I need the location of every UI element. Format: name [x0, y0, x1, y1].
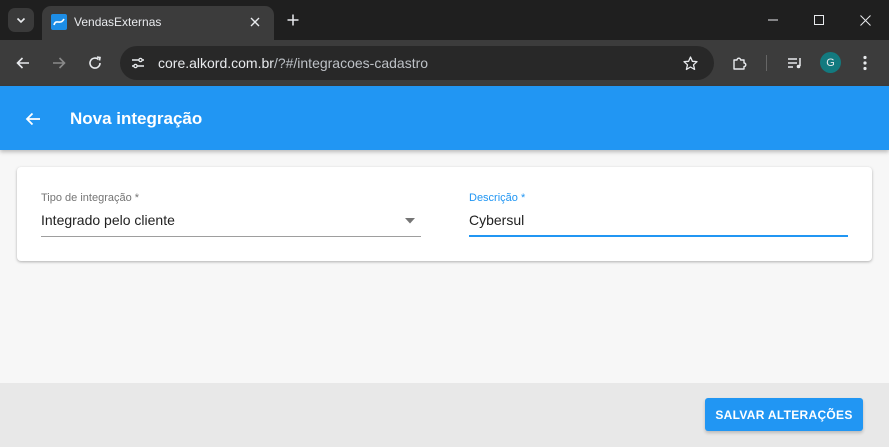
site-info-button[interactable] [126, 51, 150, 75]
reload-icon [89, 56, 101, 69]
forward-arrow-icon [53, 57, 66, 69]
descricao-value: Cybersul [469, 212, 525, 228]
address-bar[interactable]: core.alkord.com.br/?#/integracoes-cadast… [120, 46, 714, 80]
chevron-down-icon [16, 17, 26, 24]
minimize-icon [768, 19, 778, 21]
maximize-icon [814, 15, 824, 25]
toolbar-separator [766, 55, 767, 71]
media-controls-icon [788, 58, 801, 69]
save-changes-button[interactable]: SALVAR ALTERAÇÕES [705, 398, 863, 431]
reload-button[interactable] [82, 50, 108, 76]
tab-search-button[interactable] [8, 8, 34, 32]
profile-avatar[interactable]: G [820, 52, 841, 73]
dropdown-arrow-icon [403, 214, 417, 228]
new-tab-button[interactable] [282, 9, 304, 31]
back-button[interactable] [10, 50, 36, 76]
minimize-button[interactable] [750, 0, 796, 40]
url-host: core.alkord.com.br [158, 55, 274, 71]
browser-menu-button[interactable] [852, 50, 878, 76]
close-window-button[interactable] [842, 0, 888, 40]
favicon-icon [51, 14, 67, 30]
footer-bar: SALVAR ALTERAÇÕES [0, 383, 889, 447]
maximize-button[interactable] [796, 0, 842, 40]
app-header: Nova integração [0, 86, 889, 150]
close-window-icon [859, 14, 871, 26]
bookmark-button[interactable] [678, 51, 702, 75]
media-controls-button[interactable] [782, 50, 808, 76]
descricao-underline [469, 235, 848, 237]
extensions-button[interactable] [727, 50, 753, 76]
forward-button[interactable] [46, 50, 72, 76]
extensions-icon [733, 57, 747, 70]
tipo-integracao-label: Tipo de integração * [41, 192, 140, 204]
descricao-label: Descrição * [469, 192, 526, 204]
more-vert-icon [863, 55, 867, 71]
star-icon [682, 55, 698, 70]
back-nav-button[interactable] [20, 106, 46, 132]
close-icon [250, 17, 260, 27]
browser-tab[interactable]: VendasExternas [42, 6, 274, 40]
tipo-integracao-value: Integrado pelo cliente [41, 212, 175, 228]
browser-titlebar: VendasExternas [0, 0, 889, 40]
form-card: Tipo de integração * Integrado pelo clie… [17, 167, 872, 261]
tipo-integracao-underline [41, 236, 421, 237]
arrow-left-icon [25, 112, 40, 126]
page-title: Nova integração [70, 109, 203, 128]
tab-title: VendasExternas [74, 15, 162, 29]
page-content: Nova integração Tipo de integração * Int… [0, 86, 889, 447]
back-arrow-icon [16, 57, 29, 69]
url-text: core.alkord.com.br/?#/integracoes-cadast… [158, 55, 428, 71]
tab-close-button[interactable] [245, 12, 265, 32]
url-path: /?#/integracoes-cadastro [273, 55, 429, 71]
browser-toolbar: core.alkord.com.br/?#/integracoes-cadast… [0, 40, 889, 86]
plus-icon [287, 14, 299, 26]
site-info-icon [132, 57, 144, 69]
